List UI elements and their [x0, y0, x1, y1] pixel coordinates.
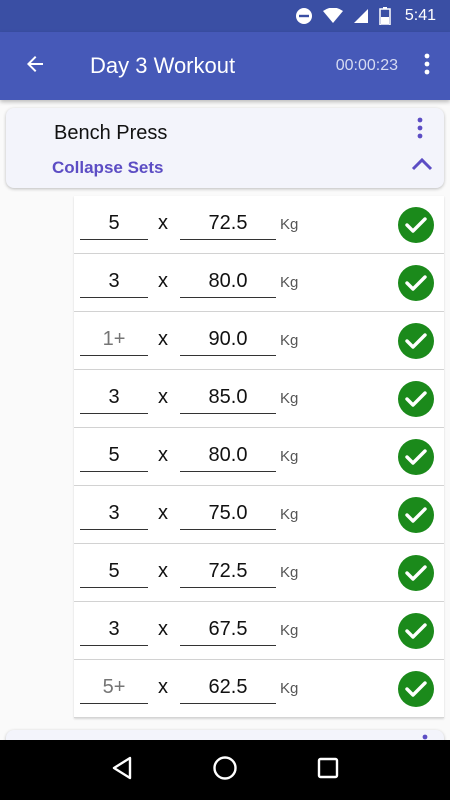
unit-label: Kg [280, 332, 299, 349]
complete-set-button[interactable] [398, 613, 434, 649]
sets-list: x Kg x Kg x Kg x Kg x Kg x Kg x Kg x Kg x Kg [74, 196, 444, 718]
set-row: x Kg [74, 660, 444, 718]
unit-label: Kg [280, 390, 299, 407]
reps-input[interactable] [80, 208, 148, 240]
exercise-card: Bench Press Collapse Sets [6, 108, 444, 188]
system-nav-bar [0, 740, 450, 800]
check-icon [405, 449, 427, 465]
set-row: x Kg [74, 254, 444, 312]
reps-input[interactable] [80, 614, 148, 646]
nav-home-button[interactable] [201, 746, 249, 794]
times-label: x [158, 444, 168, 466]
times-label: x [158, 212, 168, 234]
weight-input[interactable] [180, 614, 276, 646]
reps-input[interactable] [80, 556, 148, 588]
nav-back-icon [111, 756, 133, 785]
exercise-menu-button[interactable] [410, 117, 430, 144]
check-icon [405, 217, 427, 233]
unit-label: Kg [280, 680, 299, 697]
weight-input[interactable] [180, 498, 276, 530]
status-time: 5:41 [404, 7, 436, 24]
set-row: x Kg [74, 312, 444, 370]
battery-icon [379, 7, 391, 25]
weight-input[interactable] [180, 556, 276, 588]
unit-label: Kg [280, 448, 299, 465]
set-row: x Kg [74, 602, 444, 660]
app-bar: Day 3 Workout 00:00:23 [0, 32, 450, 100]
reps-input[interactable] [80, 498, 148, 530]
check-icon [405, 565, 427, 581]
unit-label: Kg [280, 216, 299, 233]
exercise-name: Bench Press [54, 122, 168, 144]
workout-timer: 00:00:23 [335, 57, 398, 74]
complete-set-button[interactable] [398, 671, 434, 707]
reps-input[interactable] [80, 440, 148, 472]
weight-input[interactable] [180, 382, 276, 414]
weight-input[interactable] [180, 324, 276, 356]
times-label: x [158, 270, 168, 292]
nav-back-button[interactable] [98, 746, 146, 794]
reps-input[interactable] [80, 382, 148, 414]
complete-set-button[interactable] [398, 555, 434, 591]
collapse-sets-button[interactable]: Collapse Sets [52, 158, 164, 178]
weight-input[interactable] [180, 208, 276, 240]
unit-label: Kg [280, 506, 299, 523]
set-row: x Kg [74, 370, 444, 428]
times-label: x [158, 386, 168, 408]
set-row: x Kg [74, 196, 444, 254]
wifi-icon [322, 8, 343, 24]
nav-recents-icon [317, 757, 339, 784]
workout-content: Bench Press Collapse Sets x Kg x Kg x Kg x Kg x K… [0, 100, 450, 740]
do-not-disturb-icon [295, 7, 313, 25]
times-label: x [158, 676, 168, 698]
signal-icon [353, 8, 369, 24]
weight-input[interactable] [180, 440, 276, 472]
times-label: x [158, 502, 168, 524]
weight-input[interactable] [180, 672, 276, 704]
set-row: x Kg [74, 428, 444, 486]
check-icon [405, 275, 427, 291]
overflow-menu-button[interactable] [412, 32, 442, 100]
nav-home-icon [212, 755, 238, 786]
set-row: x Kg [74, 486, 444, 544]
times-label: x [158, 618, 168, 640]
unit-label: Kg [280, 564, 299, 581]
check-icon [405, 623, 427, 639]
weight-input[interactable] [180, 266, 276, 298]
back-button[interactable] [0, 32, 70, 100]
complete-set-button[interactable] [398, 207, 434, 243]
times-label: x [158, 328, 168, 350]
complete-set-button[interactable] [398, 323, 434, 359]
check-icon [405, 333, 427, 349]
chevron-up-icon [411, 157, 433, 176]
nav-recents-button[interactable] [304, 746, 352, 794]
check-icon [405, 507, 427, 523]
collapse-chevron-button[interactable] [410, 156, 434, 176]
complete-set-button[interactable] [398, 265, 434, 301]
more-vert-icon [424, 53, 430, 80]
complete-set-button[interactable] [398, 439, 434, 475]
set-row: x Kg [74, 544, 444, 602]
reps-input[interactable] [80, 672, 148, 704]
times-label: x [158, 560, 168, 582]
more-vert-icon [417, 117, 423, 144]
check-icon [405, 391, 427, 407]
reps-input[interactable] [80, 324, 148, 356]
complete-set-button[interactable] [398, 381, 434, 417]
unit-label: Kg [280, 622, 299, 639]
unit-label: Kg [280, 274, 299, 291]
next-exercise-card[interactable] [6, 730, 444, 740]
check-icon [405, 681, 427, 697]
status-bar: 5:41 [0, 0, 450, 32]
complete-set-button[interactable] [398, 497, 434, 533]
reps-input[interactable] [80, 266, 148, 298]
page-title: Day 3 Workout [90, 53, 236, 78]
arrow-back-icon [23, 52, 47, 81]
